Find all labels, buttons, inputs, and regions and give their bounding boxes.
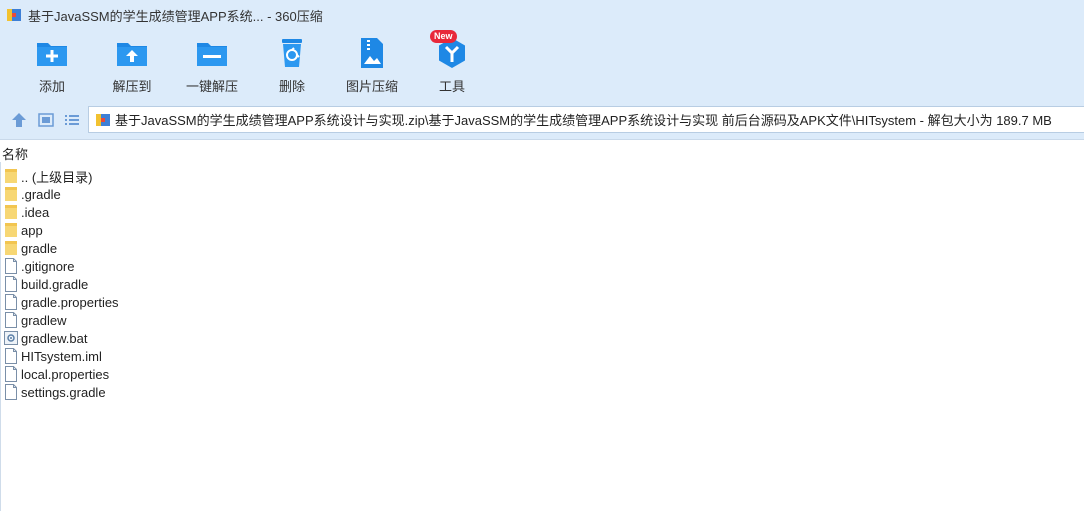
list-item-gradle-properties[interactable]: gradle.properties xyxy=(0,293,1084,311)
extract-to-label: 解压到 xyxy=(112,79,152,94)
folder-icon xyxy=(5,241,17,255)
one-click-extract-label: 一键解压 xyxy=(185,79,238,94)
file-icon xyxy=(5,312,17,328)
list-item-gradlew-bat[interactable]: gradlew.bat xyxy=(0,329,1084,347)
one-click-extract-button[interactable]: 一键解压 xyxy=(172,36,252,96)
folder-icon xyxy=(5,205,17,219)
list-item-app-dir[interactable]: app xyxy=(0,221,1084,239)
list-item-build-gradle[interactable]: build.gradle xyxy=(0,275,1084,293)
folder-icon xyxy=(5,169,17,183)
delete-button[interactable]: 删除 xyxy=(252,36,332,96)
folder-icon xyxy=(5,187,17,201)
window-title: 基于JavaSSM的学生成绩管理APP系统... - 360压缩 xyxy=(28,8,323,24)
trash-icon xyxy=(282,39,302,67)
list-view-icon[interactable] xyxy=(63,111,81,129)
file-icon xyxy=(5,366,17,382)
tools-label: 工具 xyxy=(438,79,465,94)
column-header-name[interactable]: 名称 xyxy=(0,144,1084,162)
list-item-gradlew[interactable]: gradlew xyxy=(0,311,1084,329)
file-list: .. (上级目录) .gradle .idea app gradle .giti… xyxy=(0,167,1084,401)
extract-to-button[interactable]: 解压到 xyxy=(92,36,172,96)
image-compress-label: 图片压缩 xyxy=(345,79,398,94)
address-path-text: 基于JavaSSM的学生成绩管理APP系统设计与实现.zip\基于JavaSSM… xyxy=(115,113,1052,128)
title-bar: 基于JavaSSM的学生成绩管理APP系统... - 360压缩 xyxy=(0,0,1084,30)
list-item-local-properties[interactable]: local.properties xyxy=(0,365,1084,383)
list-item-gradle-folder[interactable]: gradle xyxy=(0,239,1084,257)
list-item-hitsystem-iml[interactable]: HITsystem.iml xyxy=(0,347,1084,365)
list-item-idea-dir[interactable]: .idea xyxy=(0,203,1084,221)
thumbnail-view-icon[interactable] xyxy=(37,111,55,129)
image-compress-icon xyxy=(361,38,383,68)
add-label: 添加 xyxy=(38,79,65,94)
zip-archive-icon xyxy=(96,113,110,126)
folder-icon xyxy=(5,223,17,237)
add-button[interactable]: 添加 xyxy=(12,36,92,96)
address-bar-area: 基于JavaSSM的学生成绩管理APP系统设计与实现.zip\基于JavaSSM… xyxy=(0,100,1084,140)
file-icon xyxy=(5,276,17,292)
file-icon xyxy=(5,384,17,400)
archive-app-icon xyxy=(7,9,21,21)
list-item-parent-dir[interactable]: .. (上级目录) xyxy=(0,167,1084,185)
file-icon xyxy=(5,294,17,310)
toolbar: 添加 解压到 一键解压 删除 图片压缩 New 工具 xyxy=(0,30,1084,100)
image-compress-button[interactable]: 图片压缩 xyxy=(332,36,412,96)
quick-extract-folder-icon xyxy=(197,43,227,66)
file-icon xyxy=(5,258,17,274)
tools-button[interactable]: New 工具 xyxy=(412,30,492,96)
list-item-settings-gradle[interactable]: settings.gradle xyxy=(0,383,1084,401)
list-item-gitignore[interactable]: .gitignore xyxy=(0,257,1084,275)
add-folder-icon xyxy=(37,43,67,66)
file-icon xyxy=(5,348,17,364)
delete-label: 删除 xyxy=(278,79,305,94)
new-badge: New xyxy=(430,30,457,43)
extract-folder-icon xyxy=(117,43,147,66)
list-item-gradle-dir[interactable]: .gradle xyxy=(0,185,1084,203)
batch-file-icon xyxy=(4,331,18,345)
up-arrow-icon[interactable] xyxy=(10,111,28,129)
address-path-field[interactable]: 基于JavaSSM的学生成绩管理APP系统设计与实现.zip\基于JavaSSM… xyxy=(88,106,1084,133)
